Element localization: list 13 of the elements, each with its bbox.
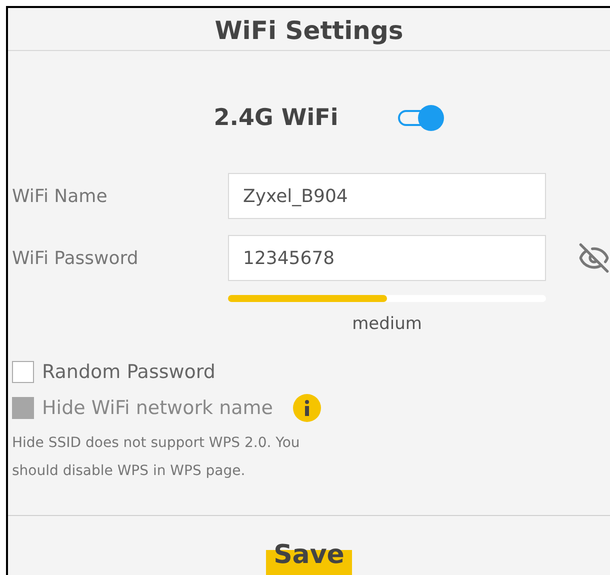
input-field[interactable]: Zyxel_B904 [228, 173, 546, 219]
hide-password-icon[interactable] [578, 242, 610, 274]
band-label: 2.4G WiFi [214, 104, 338, 132]
field-label: WiFi Name [11, 184, 108, 208]
option-label: Random Password [42, 360, 216, 384]
strength-label: medium [352, 313, 422, 336]
panel-title: WiFi Settings [214, 15, 404, 47]
option-label: Hide WiFi network name [42, 396, 273, 421]
password-field[interactable]: 12345678 [228, 235, 546, 281]
field-label: WiFi Password [11, 246, 140, 270]
note-text: Hide SSID does not support WPS 2.0. You should disable WPS in WPS page. [11, 434, 301, 480]
checkbox[interactable] [12, 360, 34, 383]
toggle-switch[interactable] [396, 106, 444, 130]
